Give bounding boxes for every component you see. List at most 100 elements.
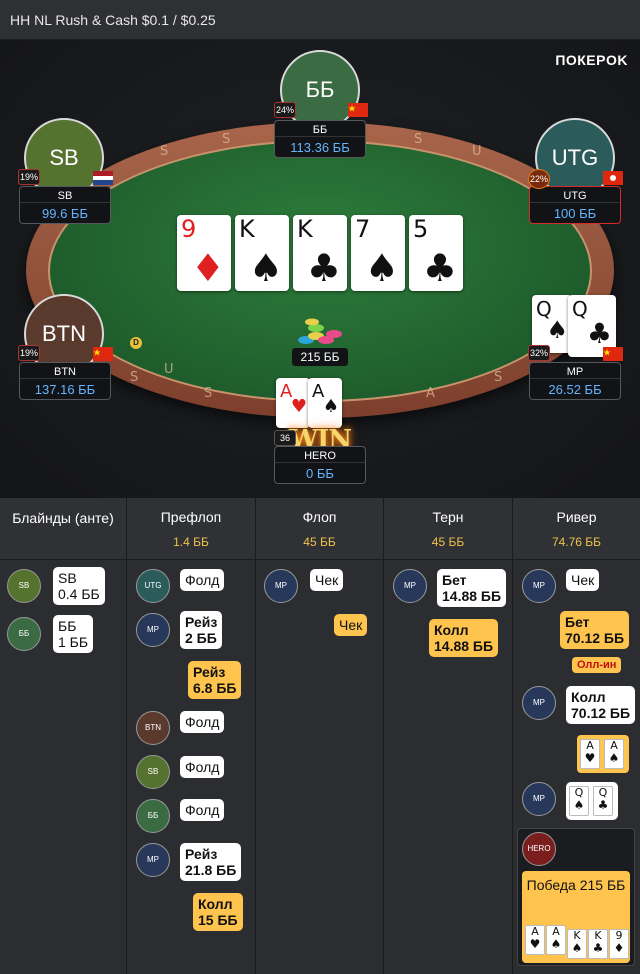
action-bubble: ББ 1 ББ [53, 615, 94, 653]
action-bubble: Рейз 6.8 ББ [188, 661, 242, 699]
all-in-badge: Олл-ин [572, 657, 622, 673]
column-header: Блайнды (анте) [0, 498, 126, 560]
column-pot: 74.76 ББ [551, 535, 602, 549]
mini-card: Q ♣ [593, 786, 613, 816]
position-badge: MP [522, 569, 556, 603]
seat-btn-name: BTN [20, 363, 110, 379]
action-bubble: Фолд [180, 799, 225, 821]
brand-logo: ПОКЕРOK [555, 52, 628, 68]
position-badge: MP [136, 843, 170, 877]
action-bubble: Фолд [180, 569, 225, 591]
dealer-button: D [130, 337, 142, 349]
rail-lettering: A [426, 386, 435, 401]
column-title: Ривер [556, 509, 597, 525]
seat-bb-name: ББ [275, 121, 365, 137]
position-badge: MP [522, 782, 556, 816]
mini-card: A ♥ [580, 739, 600, 769]
action-bubble: Рейз 2 ББ [180, 611, 223, 649]
seat-utg-stack: 100 ББ [553, 206, 597, 221]
column-title: Терн [432, 509, 464, 525]
column-title: Флоп [302, 509, 337, 525]
rail-lettering: S [414, 132, 423, 147]
seat-bb[interactable]: ББ 113.36 ББ [274, 120, 366, 158]
position-badge: MP [136, 613, 170, 647]
table-title: HH NL Rush & Cash $0.1 / $0.25 [10, 12, 216, 28]
rail-lettering: S [222, 132, 231, 147]
pot-amount: 215 ББ [292, 348, 348, 366]
column-turn: Терн 45 ББ MP Бет 14.88 ББ Колл 14.88 ББ [384, 498, 513, 974]
column-header: Префлоп 1.4 ББ [127, 498, 255, 560]
action-bubble: Фолд [180, 711, 225, 733]
mini-card: K ♠ [567, 929, 587, 959]
rail-lettering: S [130, 370, 139, 385]
shown-cards: Q ♠ Q ♣ [566, 782, 618, 820]
action-bubble: Чек [566, 569, 600, 591]
seat-sb-name: SB [20, 187, 110, 203]
mini-card: 9 ♦ [609, 929, 629, 959]
column-blinds: Блайнды (анте) SB SB 0.4 ББ ББ ББ 1 ББ [0, 498, 127, 974]
mini-card: K ♣ [588, 929, 608, 959]
hand-history: Блайнды (анте) SB SB 0.4 ББ ББ ББ 1 ББ Пре… [0, 498, 640, 974]
board-card: 9 ♦ [177, 215, 231, 291]
seat-utg-name: UTG [530, 187, 620, 203]
seat-sb-stack: 99.6 ББ [42, 206, 88, 221]
position-badge: SB [7, 569, 41, 603]
column-flop: Флоп 45 ББ MP Чек Чек [256, 498, 384, 974]
seat-mp-stack: 26.52 ББ [548, 382, 602, 397]
mini-card: A ♠ [546, 925, 566, 955]
seat-btn[interactable]: BTN 137.16 ББ [19, 362, 111, 400]
action-bubble: Бет 14.88 ББ [437, 569, 507, 607]
position-badge: MP [522, 686, 556, 720]
seat-hero-stack: 0 ББ [306, 466, 334, 481]
seat-utg[interactable]: UTG 100 ББ [529, 186, 621, 224]
seat-sb[interactable]: SB 99.6 ББ [19, 186, 111, 224]
poker-table-area: ПОКЕРOK S S S S U S S U S A S ББ ББ 113.… [0, 40, 640, 498]
position-badge: ББ [7, 617, 41, 651]
action-bubble: Колл 14.88 ББ [429, 619, 499, 657]
rail-lettering: U [472, 144, 482, 159]
action-bubble: Колл 15 ББ [193, 893, 243, 931]
avatar-bb[interactable]: ББ [280, 50, 360, 130]
winner-panel: HERO Победа 215 ББ A ♥ A ♠ K ♠ K ♣ 9 ♦ [517, 828, 635, 966]
seat-mp[interactable]: MP 26.52 ББ [529, 362, 621, 400]
column-title: Префлоп [160, 509, 222, 525]
position-badge: MP [393, 569, 427, 603]
column-header: Терн 45 ББ [384, 498, 512, 560]
win-text: Победа 215 ББ [526, 877, 626, 893]
action-bubble: Чек [310, 569, 344, 591]
position-badge: BTN [136, 711, 170, 745]
position-badge: SB [136, 755, 170, 789]
rail-lettering: S [204, 386, 213, 401]
seat-hero-percent: 36 [274, 430, 296, 446]
seat-btn-percent: 19% [18, 345, 40, 361]
board-card: 7 ♠ [351, 215, 405, 291]
column-pot: 45 ББ [431, 535, 465, 549]
action-bubble: Бет 70.12 ББ [560, 611, 630, 649]
seat-mp-name: MP [530, 363, 620, 379]
mini-card: A ♥ [525, 925, 545, 955]
top-bar: HH NL Rush & Cash $0.1 / $0.25 [0, 0, 640, 40]
column-header: Флоп 45 ББ [256, 498, 383, 560]
position-badge: MP [264, 569, 298, 603]
seat-sb-percent: 19% [18, 169, 40, 185]
rail-lettering: S [494, 370, 503, 385]
seat-hero[interactable]: HERO 0 ББ [274, 446, 366, 484]
position-badge: ББ [136, 799, 170, 833]
column-preflop: Префлоп 1.4 ББ UTG Фолд MP Рейз 2 ББ Рейз 6… [127, 498, 256, 974]
seat-hero-name: HERO [275, 447, 365, 463]
board-card: 5 ♣ [409, 215, 463, 291]
action-bubble: SB 0.4 ББ [53, 567, 105, 605]
seat-btn-stack: 137.16 ББ [34, 382, 96, 397]
rail-lettering: U [164, 362, 174, 377]
hero-hole-card: A ♠ [308, 378, 342, 428]
mini-card: Q ♠ [569, 786, 589, 816]
mini-card: A ♠ [604, 739, 624, 769]
china-flag-icon [603, 347, 623, 361]
position-badge: HERO [522, 832, 556, 866]
seat-utg-percent: 22% [528, 169, 550, 189]
column-pot: 45 ББ [303, 535, 336, 549]
action-bubble: Чек [334, 614, 368, 636]
seat-bb-stack: 113.36 ББ [290, 140, 350, 155]
action-bubble: Фолд [180, 756, 225, 778]
china-flag-icon [348, 103, 368, 117]
